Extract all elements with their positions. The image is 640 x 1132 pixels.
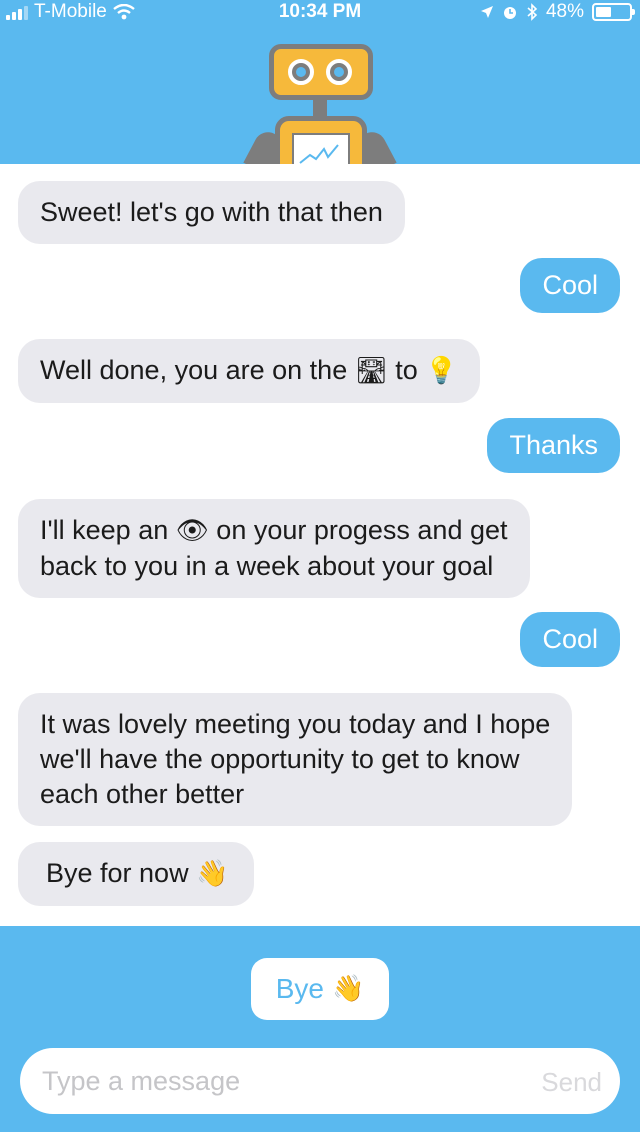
status-icons: 48% — [480, 1, 635, 23]
robot-eye-right — [326, 59, 352, 85]
location-icon — [480, 6, 493, 18]
battery-icon — [592, 3, 635, 21]
bot-message: It was lovely meeting you today and I ho… — [18, 693, 573, 826]
alarm-icon — [503, 7, 516, 19]
message-text: Bye for now — [46, 858, 189, 888]
chat-thread[interactable]: Sweet! let's go with that then Cool Well… — [0, 164, 640, 926]
message-text: back to you in a week about your goal — [40, 551, 494, 581]
bot-message: Sweet! let's go with that then — [18, 181, 405, 244]
message-text: Cool — [542, 270, 598, 300]
message-input[interactable] — [42, 1048, 522, 1114]
robot-eye-left — [288, 59, 314, 85]
bot-message: I'll keep an 👁 on your progess and get b… — [18, 499, 530, 598]
message-text: to — [395, 355, 418, 385]
eye-icon: 👁 — [175, 516, 209, 546]
message-text: on your progess and get — [216, 515, 508, 545]
message-text: Thanks — [509, 430, 598, 460]
robot-avatar — [243, 40, 397, 177]
user-message: Cool — [520, 612, 620, 667]
user-message: Cool — [520, 258, 620, 313]
message-text: I'll keep an — [40, 515, 169, 545]
road-icon: 🛣 — [354, 356, 388, 386]
waving-hand-icon: 👋 — [196, 859, 229, 889]
bluetooth-icon — [527, 3, 538, 21]
bot-message: Well done, you are on the 🛣 to 💡 — [18, 339, 480, 403]
quick-reply-label: Bye — [275, 973, 324, 1004]
waving-hand-icon: 👋 — [331, 974, 365, 1004]
message-composer: Send — [20, 1048, 620, 1114]
status-bar: T-Mobile 10:34 PM 48% — [0, 0, 640, 24]
bot-message: Bye for now 👋 — [18, 842, 255, 906]
message-text: Sweet! let's go with that then — [40, 197, 383, 227]
message-text: Cool — [542, 624, 598, 654]
message-text: It was lovely meeting you today and I ho… — [40, 709, 551, 739]
battery-percent: 48% — [545, 1, 584, 22]
message-text: Well done, you are on the — [40, 355, 348, 385]
user-message: Thanks — [487, 418, 620, 473]
message-text: we'll have the opportunity to get to kno… — [40, 744, 520, 774]
message-text: each other better — [40, 779, 245, 809]
lightbulb-icon: 💡 — [425, 356, 458, 386]
quick-reply-bye-button[interactable]: Bye 👋 — [251, 958, 389, 1020]
send-button[interactable]: Send — [541, 1067, 602, 1098]
